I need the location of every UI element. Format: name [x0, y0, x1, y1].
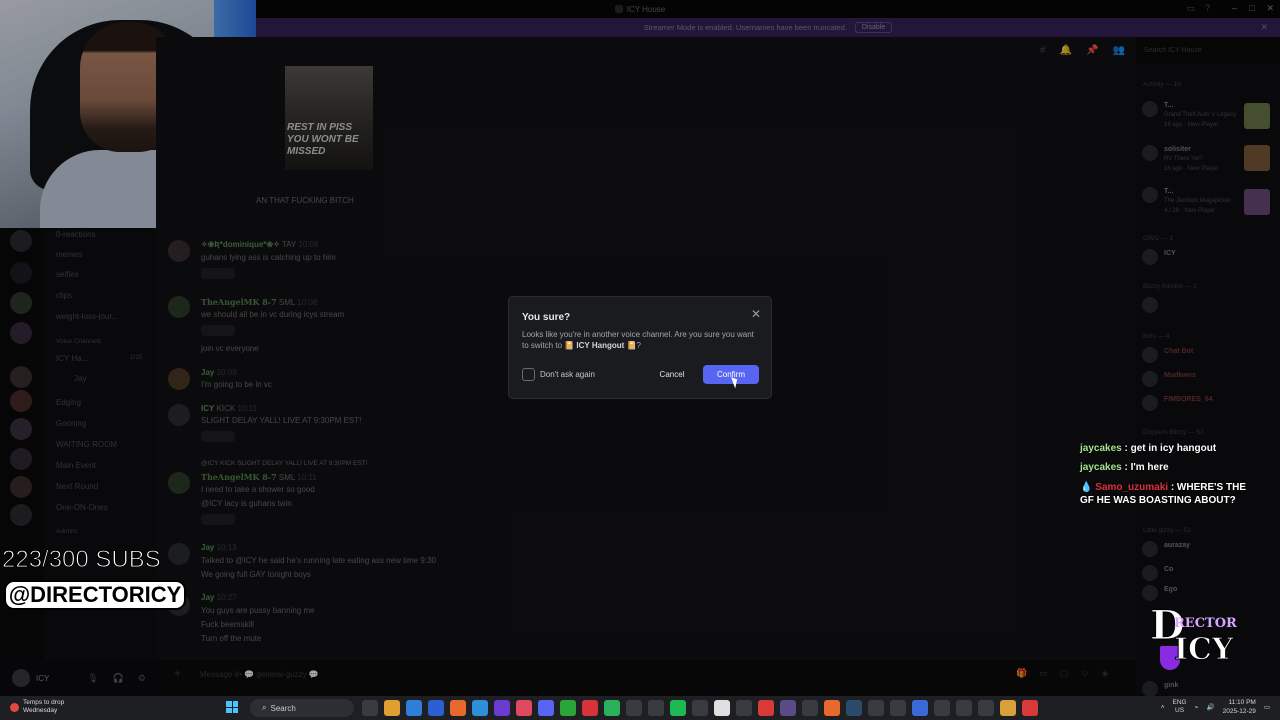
checkbox-label: Don't ask again: [540, 370, 595, 379]
start-button[interactable]: [226, 701, 238, 713]
dont-ask-again-checkbox[interactable]: Don't ask again: [522, 368, 595, 381]
weather-widget[interactable]: Temps to drop Wednesday: [10, 699, 64, 715]
dialog-body: Looks like you're in another voice chann…: [522, 329, 762, 351]
language-indicator[interactable]: ENG US: [1172, 699, 1186, 715]
steam-icon[interactable]: [846, 700, 862, 716]
streamer-handle: @DIRECTORICY: [4, 580, 186, 610]
weather-day: Wednesday: [23, 707, 58, 714]
dialog-title: You sure?: [522, 312, 571, 323]
dialog-body-suffix: ?: [636, 341, 641, 350]
edge-icon[interactable]: [406, 700, 422, 716]
logo-icy: ICY: [1173, 632, 1234, 668]
chrome-icon[interactable]: [560, 700, 576, 716]
chat-user: Samo_uzumaki: [1095, 482, 1169, 493]
taskbar-apps: [362, 700, 1038, 716]
opera-icon[interactable]: [582, 700, 598, 716]
app-icon[interactable]: [472, 700, 488, 716]
stream-chat-line: 💧 Samo_uzumaki : WHERE'S THE GF HE WAS B…: [1080, 481, 1260, 507]
clock-date: 2025-12-29: [1222, 708, 1256, 715]
screen: ICY House ▭? – □ ✕ Streamer Mode is enable…: [0, 0, 1280, 720]
discord-icon[interactable]: [538, 700, 554, 716]
taskbar-search[interactable]: ⌕ Search: [250, 699, 354, 717]
taskview-icon[interactable]: [362, 700, 378, 716]
chat-user: jaycakes: [1080, 443, 1122, 454]
app-icon[interactable]: [824, 700, 840, 716]
checkbox[interactable]: [522, 368, 535, 381]
volume-icon[interactable]: 🔊: [1207, 703, 1215, 711]
app-icon[interactable]: [978, 700, 994, 716]
app-icon[interactable]: [758, 700, 774, 716]
weather-title: Temps to drop: [23, 699, 65, 706]
app-icon[interactable]: [1022, 700, 1038, 716]
app-icon[interactable]: [648, 700, 664, 716]
chat-message: : get in icy hangout: [1124, 443, 1217, 454]
app-icon[interactable]: [516, 700, 532, 716]
app-icon[interactable]: [868, 700, 884, 716]
browser-icon[interactable]: [428, 700, 444, 716]
app-icon[interactable]: [780, 700, 796, 716]
lang-code: ENG: [1172, 699, 1187, 706]
system-tray: ˄ ENG US ⌁ 🔊 11:10 PM 2025-12-29 ▭: [1161, 698, 1270, 716]
region-code: US: [1175, 707, 1185, 714]
clock-time: 11:10 PM: [1228, 699, 1256, 706]
search-label: Search: [270, 703, 296, 713]
cancel-button[interactable]: Cancel: [655, 366, 689, 383]
stream-chat-line: jaycakes : I'm here: [1080, 461, 1169, 474]
app-icon[interactable]: [802, 700, 818, 716]
stream-chat-line: jaycakes : get in icy hangout: [1080, 442, 1216, 455]
app-icon[interactable]: [604, 700, 620, 716]
chat-message: : I'm here: [1124, 462, 1169, 473]
app-icon[interactable]: [494, 700, 510, 716]
sub-goal: 223/300 SUBS: [2, 546, 162, 574]
app-icon[interactable]: [714, 700, 730, 716]
chat-user: jaycakes: [1080, 462, 1122, 473]
app-icon[interactable]: [692, 700, 708, 716]
app-icon[interactable]: [1000, 700, 1016, 716]
app-icon[interactable]: [956, 700, 972, 716]
app-icon[interactable]: [736, 700, 752, 716]
weather-icon: [10, 702, 19, 712]
taskbar: Temps to drop Wednesday ⌕ Search ˄ ENG U…: [0, 696, 1280, 720]
app-icon[interactable]: [626, 700, 642, 716]
network-icon[interactable]: ⌁: [1195, 703, 1199, 711]
switch-voice-dialog: You sure? ✕ Looks like you're in another…: [508, 296, 772, 399]
channel-logo: D RECTOR ICY: [1150, 602, 1242, 678]
clock[interactable]: 11:10 PM 2025-12-29: [1223, 698, 1256, 716]
confirm-button[interactable]: Confirm: [703, 365, 759, 384]
logo-director: RECTOR: [1174, 616, 1237, 631]
spotify-icon[interactable]: [670, 700, 686, 716]
notification-icon[interactable]: ▭: [1264, 703, 1270, 711]
search-icon: ⌕: [262, 703, 267, 712]
app-icon[interactable]: [934, 700, 950, 716]
drop-icon: 💧: [1080, 482, 1093, 493]
close-icon[interactable]: ✕: [751, 307, 761, 321]
app-icon[interactable]: [890, 700, 906, 716]
channel-name: 📔 ICY Hangout 📔: [564, 341, 637, 350]
chevron-up-icon[interactable]: ˄: [1161, 704, 1165, 711]
explorer-icon[interactable]: [384, 700, 400, 716]
firefox-icon[interactable]: [450, 700, 466, 716]
app-icon[interactable]: [912, 700, 928, 716]
